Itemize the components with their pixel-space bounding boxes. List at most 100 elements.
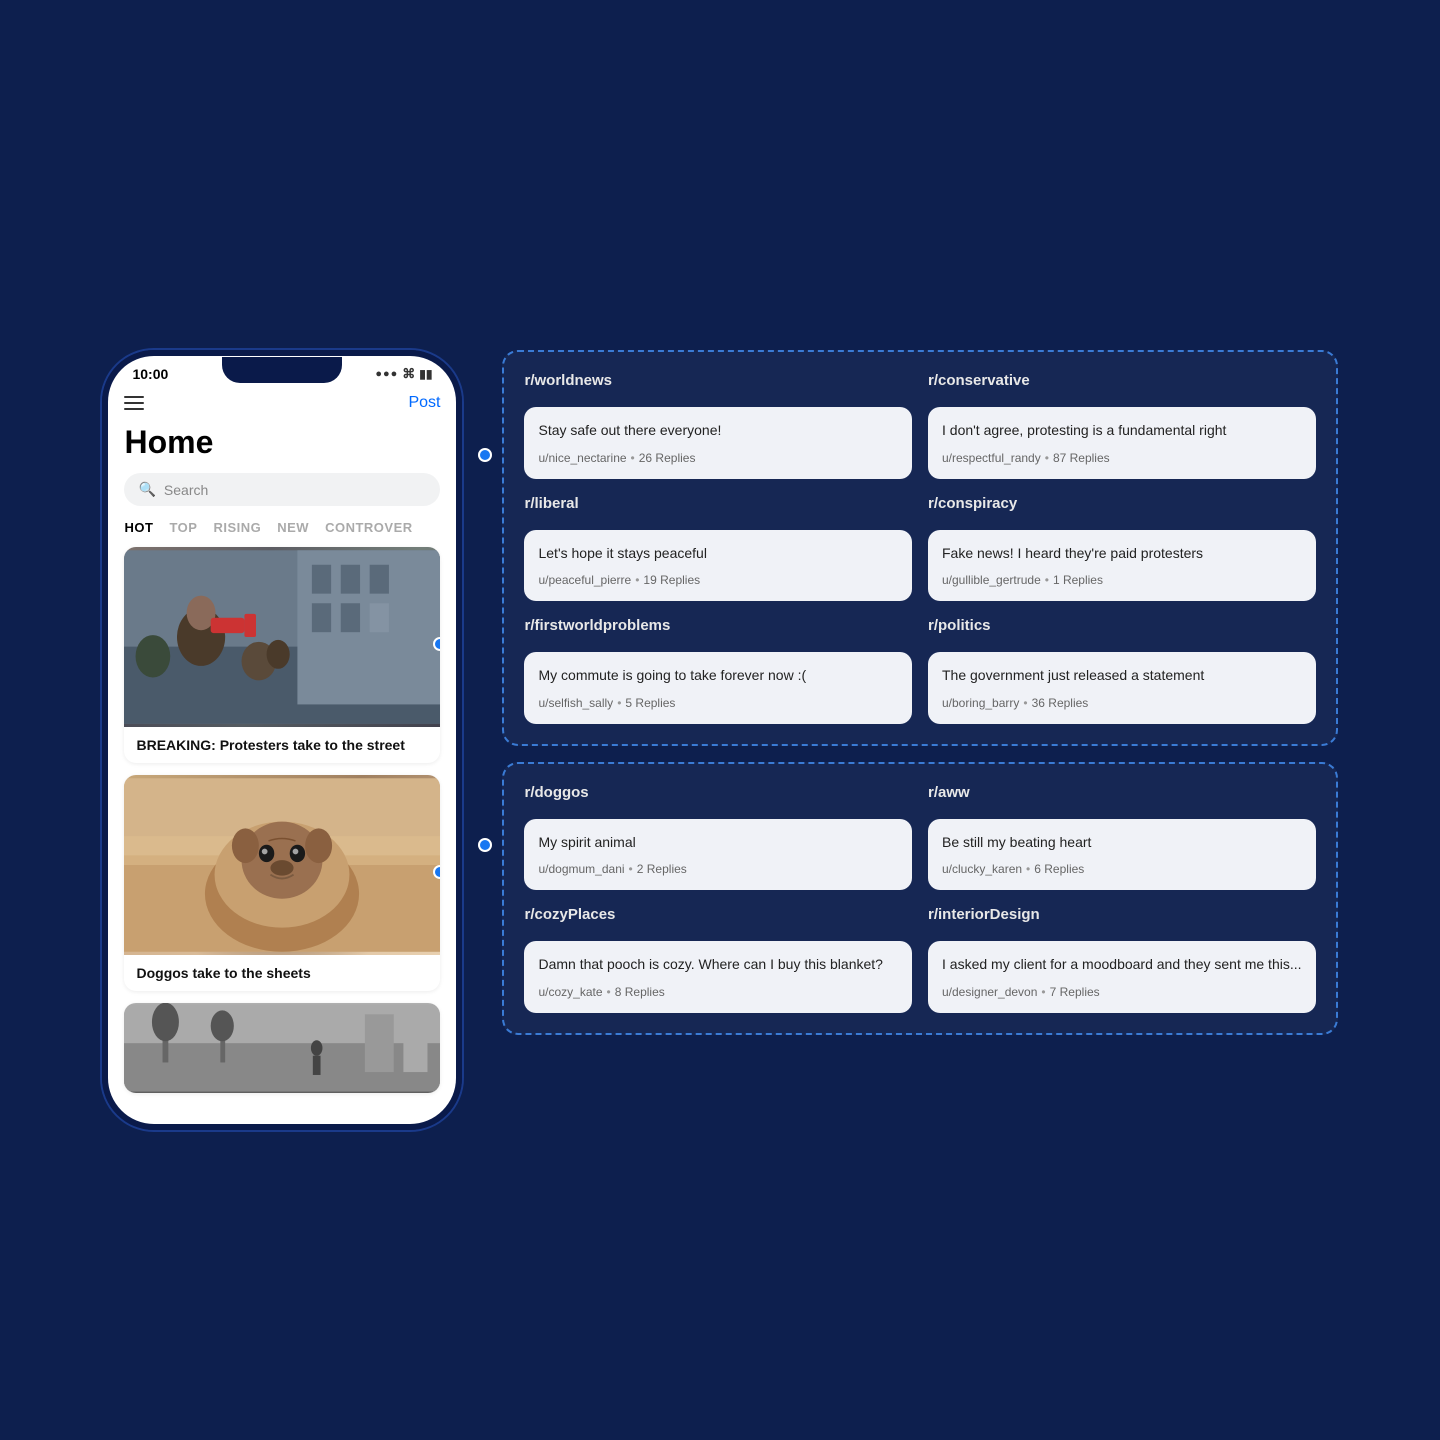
comment-card: My spirit animal u/dogmum_dani • 2 Repli… [524, 819, 912, 891]
comment-text: My spirit animal [538, 833, 898, 853]
reply-count: 36 Replies [1032, 696, 1089, 710]
subreddit-cozyplaces: r/cozyPlaces Damn that pooch is cozy. Wh… [524, 906, 912, 1013]
post1-dot [433, 637, 440, 651]
username: u/respectful_randy [942, 451, 1041, 465]
panels-container: r/worldnews Stay safe out there everyone… [502, 350, 1337, 1035]
subreddit-label: r/cozyPlaces [524, 906, 912, 923]
comment-meta: u/peaceful_pierre • 19 Replies [538, 573, 898, 587]
panel-grid-1: r/worldnews Stay safe out there everyone… [524, 372, 1315, 724]
comment-card: I asked my client for a moodboard and th… [928, 941, 1316, 1013]
post-card-protesters[interactable]: BREAKING: Protesters take to the street [124, 547, 440, 763]
tab-hot[interactable]: HOT [124, 520, 153, 535]
reply-count: 8 Replies [615, 985, 665, 999]
comment-text: I don't agree, protesting is a fundament… [942, 421, 1302, 441]
main-container: 10:00 ●●● ⌘ ▮▮ Po [102, 350, 1337, 1130]
comment-text: Let's hope it stays peaceful [538, 544, 898, 564]
post-image-pug [124, 775, 440, 955]
comment-text: The government just released a statement [942, 666, 1302, 686]
subreddit-label: r/aww [928, 784, 1316, 801]
filter-tabs: HOT TOP RISING NEW CONTROVER [124, 520, 440, 535]
reply-count: 26 Replies [639, 451, 696, 465]
wifi-icon: ⌘ [402, 366, 415, 382]
comment-text: Fake news! I heard they're paid proteste… [942, 544, 1302, 564]
panel-protesters: r/worldnews Stay safe out there everyone… [502, 350, 1337, 746]
comment-meta: u/cozy_kate • 8 Replies [538, 985, 898, 999]
comment-card: Let's hope it stays peaceful u/peaceful_… [524, 530, 912, 602]
tab-new[interactable]: NEW [277, 520, 309, 535]
separator: • [1023, 696, 1027, 710]
comment-meta: u/selfish_sally • 5 Replies [538, 696, 898, 710]
reply-count: 6 Replies [1034, 862, 1084, 876]
post-title-pug: Doggos take to the sheets [124, 955, 440, 991]
status-icons: ●●● ⌘ ▮▮ [375, 366, 432, 382]
subreddit-politics: r/politics The government just released … [928, 617, 1316, 724]
comment-card: Stay safe out there everyone! u/nice_nec… [524, 407, 912, 479]
search-input[interactable]: Search [164, 482, 208, 498]
reply-count: 87 Replies [1053, 451, 1110, 465]
username: u/nice_nectarine [538, 451, 626, 465]
separator: • [1026, 862, 1030, 876]
tab-controversial[interactable]: CONTROVER [325, 520, 413, 535]
comment-card: I don't agree, protesting is a fundament… [928, 407, 1316, 479]
username: u/designer_devon [942, 985, 1037, 999]
comment-meta: u/respectful_randy • 87 Replies [942, 451, 1302, 465]
subreddit-label: r/politics [928, 617, 1316, 634]
username: u/cozy_kate [538, 985, 602, 999]
username: u/boring_barry [942, 696, 1019, 710]
page-title: Home [124, 424, 440, 461]
post-card-pug[interactable]: Doggos take to the sheets [124, 775, 440, 991]
post-card-city[interactable] [124, 1003, 440, 1093]
hamburger-line [124, 402, 144, 404]
reply-count: 2 Replies [637, 862, 687, 876]
subreddit-label: r/doggos [524, 784, 912, 801]
hamburger-menu[interactable] [124, 396, 144, 410]
subreddit-conspiracy: r/conspiracy Fake news! I heard they're … [928, 495, 1316, 602]
separator: • [1045, 573, 1049, 587]
username: u/dogmum_dani [538, 862, 624, 876]
subreddit-label: r/liberal [524, 495, 912, 512]
comment-meta: u/dogmum_dani • 2 Replies [538, 862, 898, 876]
reply-count: 1 Replies [1053, 573, 1103, 587]
phone-content: Post Home 🔍 Search HOT TOP RISING NEW [108, 386, 456, 1110]
post-button[interactable]: Post [408, 394, 440, 412]
panel-pug: r/doggos My spirit animal u/dogmum_dani … [502, 762, 1337, 1035]
comment-card: Fake news! I heard they're paid proteste… [928, 530, 1316, 602]
comment-meta: u/designer_devon • 7 Replies [942, 985, 1302, 999]
separator: • [635, 573, 639, 587]
comment-meta: u/clucky_karen • 6 Replies [942, 862, 1302, 876]
panel-grid-2: r/doggos My spirit animal u/dogmum_dani … [524, 784, 1315, 1013]
reply-count: 7 Replies [1050, 985, 1100, 999]
username: u/peaceful_pierre [538, 573, 631, 587]
subreddit-liberal: r/liberal Let's hope it stays peaceful u… [524, 495, 912, 602]
search-bar[interactable]: 🔍 Search [124, 473, 440, 506]
separator: • [617, 696, 621, 710]
username: u/selfish_sally [538, 696, 613, 710]
comment-card: My commute is going to take forever now … [524, 652, 912, 724]
comment-card: Damn that pooch is cozy. Where can I buy… [524, 941, 912, 1013]
tab-rising[interactable]: RISING [213, 520, 261, 535]
comment-text: Damn that pooch is cozy. Where can I buy… [538, 955, 898, 975]
comment-text: I asked my client for a moodboard and th… [942, 955, 1302, 975]
separator: • [631, 451, 635, 465]
separator: • [629, 862, 633, 876]
username: u/clucky_karen [942, 862, 1022, 876]
comment-card: Be still my beating heart u/clucky_karen… [928, 819, 1316, 891]
username: u/gullible_gertrude [942, 573, 1041, 587]
tab-top[interactable]: TOP [169, 520, 197, 535]
subreddit-conservative: r/conservative I don't agree, protesting… [928, 372, 1316, 479]
reply-count: 19 Replies [643, 573, 700, 587]
comment-text: My commute is going to take forever now … [538, 666, 898, 686]
post2-dot [433, 865, 440, 879]
search-icon: 🔍 [138, 481, 155, 498]
subreddit-doggos: r/doggos My spirit animal u/dogmum_dani … [524, 784, 912, 891]
phone-mockup: 10:00 ●●● ⌘ ▮▮ Po [102, 350, 462, 1130]
battery-icon: ▮▮ [419, 367, 432, 381]
phone-screen: 10:00 ●●● ⌘ ▮▮ Po [108, 356, 456, 1124]
separator: • [1045, 451, 1049, 465]
reply-count: 5 Replies [625, 696, 675, 710]
connector-dot-2 [478, 838, 492, 852]
subreddit-label: r/interiorDesign [928, 906, 1316, 923]
comment-text: Stay safe out there everyone! [538, 421, 898, 441]
subreddit-aww: r/aww Be still my beating heart u/clucky… [928, 784, 1316, 891]
phone-notch [212, 356, 352, 384]
